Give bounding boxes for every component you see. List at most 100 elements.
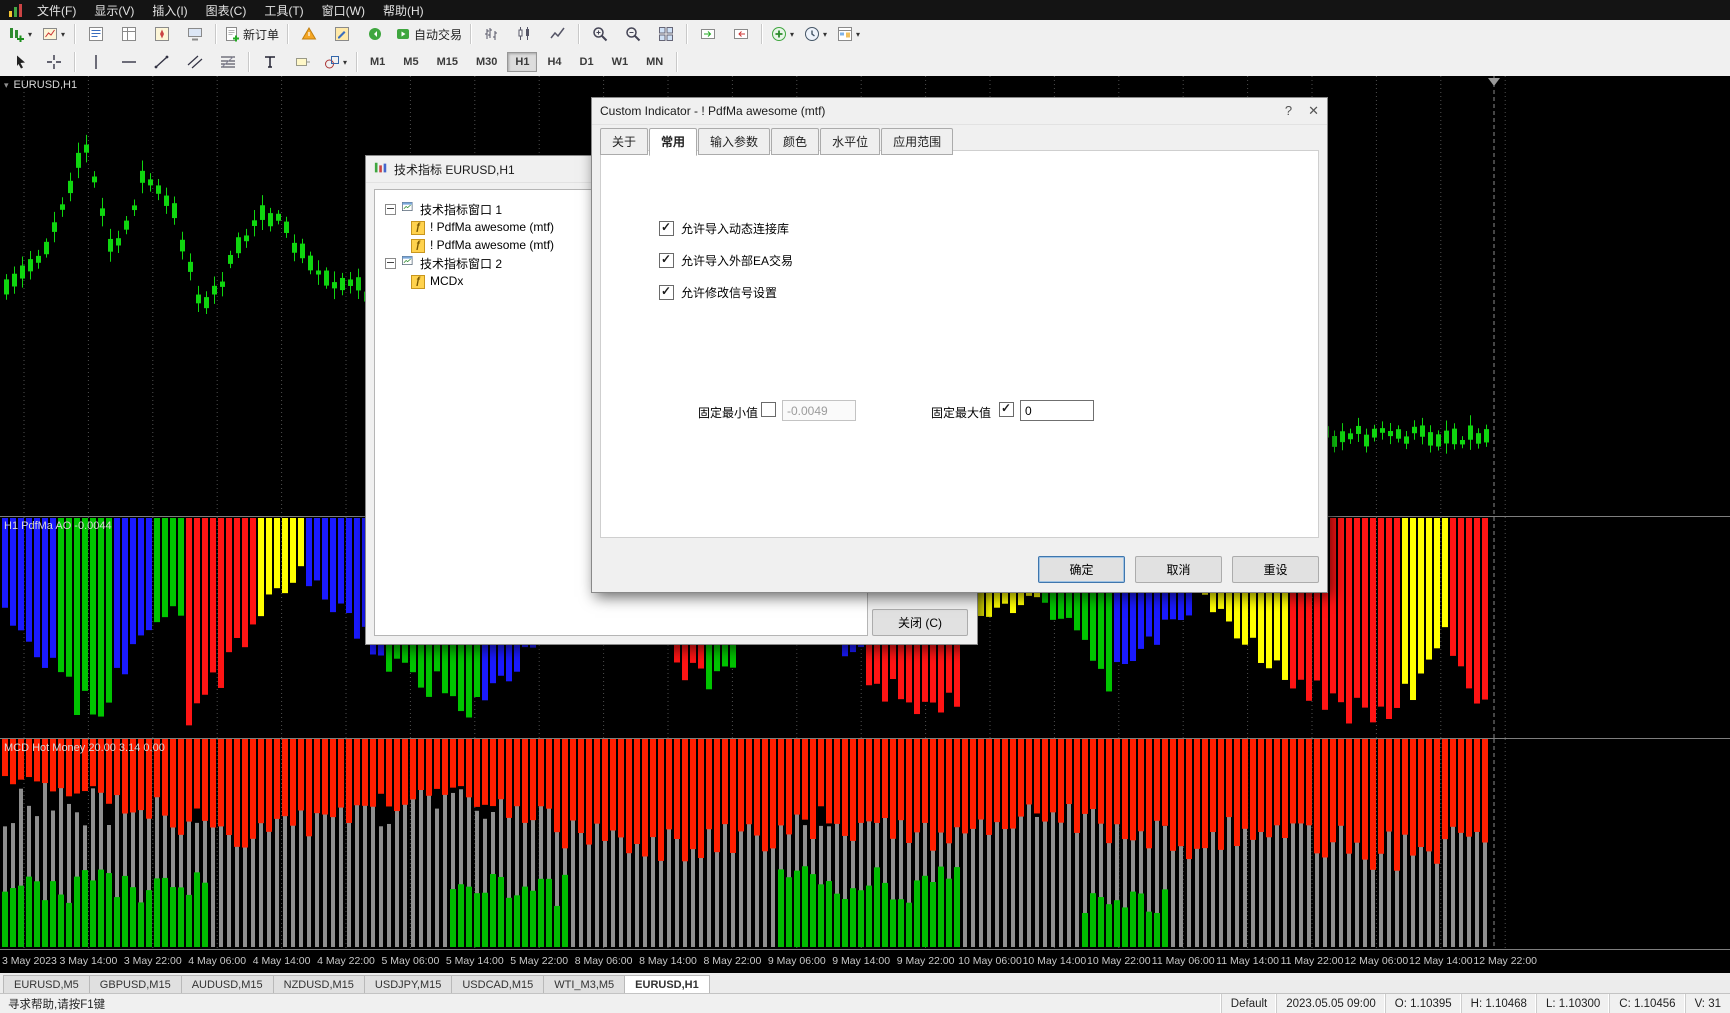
vertical-line-button[interactable] <box>79 50 112 75</box>
horizontal-line-button[interactable] <box>112 50 145 75</box>
tree-item-label: 技术指标窗口 1 <box>420 202 503 217</box>
close-icon[interactable]: ✕ <box>1308 103 1319 119</box>
tile-windows-button[interactable] <box>649 22 682 47</box>
pointer-button[interactable] <box>4 50 37 75</box>
time-label: 12 May 22:00 <box>1473 955 1538 967</box>
close-indicators-button[interactable]: 关闭 (C) <box>872 609 968 636</box>
toolbar-separator <box>356 52 357 72</box>
symbol-tab-AUDUSD,M15[interactable]: AUDUSD,M15 <box>180 975 274 994</box>
help-icon[interactable]: ? <box>1285 103 1292 119</box>
timeframe-H1-button[interactable]: H1 <box>507 52 538 72</box>
timeframe-M15-button[interactable]: M15 <box>429 52 466 72</box>
crosshair-button[interactable] <box>37 50 70 75</box>
fixed-max-input[interactable] <box>1020 400 1094 421</box>
chart-line-button[interactable] <box>541 22 574 47</box>
navigator-button[interactable] <box>145 22 178 47</box>
new-chart-button[interactable]: ▾ <box>4 22 37 47</box>
new-chart-icon <box>9 26 25 42</box>
fixed-min-checkbox[interactable] <box>761 402 776 417</box>
time-axis[interactable]: 3 May 2023 3 May 14:00 3 May 22:00 4 May 06… <box>0 949 1730 973</box>
time-label: 10 May 14:00 <box>1022 955 1087 967</box>
zoom-out-icon <box>625 26 641 42</box>
symbol-tab-USDJPY,M15[interactable]: USDJPY,M15 <box>363 975 453 994</box>
sound-button[interactable] <box>358 22 391 47</box>
dialog-tab-5[interactable]: 应用范围 <box>881 128 954 155</box>
profiles-button[interactable]: ▾ <box>37 22 70 47</box>
symbol-tab-NZDUSD,M15[interactable]: NZDUSD,M15 <box>272 975 365 994</box>
vertical-line-icon <box>88 54 104 70</box>
fixed-max-checkbox[interactable] <box>999 401 1014 417</box>
fixed-min-input[interactable] <box>782 400 856 421</box>
market-watch-button[interactable] <box>79 22 112 47</box>
custom-dialog-titlebar[interactable]: Custom Indicator - ! PdfMa awesome (mtf)… <box>592 98 1327 125</box>
time-label: 11 May 06:00 <box>1151 955 1215 967</box>
cancel-button[interactable]: 取消 <box>1135 556 1222 583</box>
ok-button[interactable]: 确定 <box>1038 556 1125 583</box>
timeframe-W1-button[interactable]: W1 <box>604 52 637 72</box>
fibonacci-button[interactable] <box>211 50 244 75</box>
periods-dropdown-icon: ▾ <box>823 29 828 39</box>
custom-dialog-title: Custom Indicator - ! PdfMa awesome (mtf) <box>600 104 826 118</box>
expander-icon[interactable] <box>385 257 396 269</box>
dialog-tab-2[interactable]: 输入参数 <box>698 128 771 155</box>
auto-scroll-button[interactable] <box>691 22 724 47</box>
option-checkbox-2[interactable] <box>659 284 674 300</box>
timeframe-MN-button[interactable]: MN <box>638 52 671 72</box>
menu-item-0[interactable]: 文件(F) <box>28 0 85 21</box>
menu-item-1[interactable]: 显示(V) <box>85 0 143 21</box>
trend-line-button[interactable] <box>145 50 178 75</box>
chart-candles-button[interactable] <box>508 22 541 47</box>
chart-window-icon <box>401 255 415 271</box>
shapes-button[interactable]: ▾ <box>319 50 352 75</box>
menu-item-6[interactable]: 帮助(H) <box>374 0 433 21</box>
chart-bars-button[interactable] <box>475 22 508 47</box>
data-window-button[interactable] <box>112 22 145 47</box>
symbol-tab-EURUSD,H1[interactable]: EURUSD,H1 <box>624 975 710 994</box>
crosshair-icon <box>46 54 62 70</box>
time-label: 11 May 22:00 <box>1280 955 1344 967</box>
channel-button[interactable] <box>178 50 211 75</box>
timeframe-M1-button[interactable]: M1 <box>362 52 393 72</box>
dialog-tab-1[interactable]: 常用 <box>649 128 698 156</box>
option-checkbox-0[interactable] <box>659 220 674 236</box>
menu-item-3[interactable]: 图表(C) <box>197 0 256 21</box>
option-checkbox-label-0: 允许导入动态连接库 <box>681 222 790 236</box>
symbol-tab-GBPUSD,M15[interactable]: GBPUSD,M15 <box>88 975 182 994</box>
text-button[interactable] <box>253 50 286 75</box>
expander-icon[interactable] <box>385 203 396 215</box>
chart-shift-button[interactable] <box>724 22 757 47</box>
zoom-in-button[interactable] <box>583 22 616 47</box>
periods-button[interactable]: ▾ <box>799 22 832 47</box>
chart-symbol-label: ▾ EURUSD,H1 <box>4 79 77 91</box>
symbol-tab-WTI_M3,M5[interactable]: WTI_M3,M5 <box>543 975 626 994</box>
symbol-tab-EURUSD,M5[interactable]: EURUSD,M5 <box>3 975 90 994</box>
new-order-button[interactable]: 新订单 <box>220 22 283 47</box>
symbol-tab-USDCAD,M15[interactable]: USDCAD,M15 <box>451 975 545 994</box>
templates-button[interactable]: ▾ <box>832 22 865 47</box>
indicators-button[interactable]: ▾ <box>766 22 799 47</box>
time-label: 9 May 14:00 <box>832 955 891 967</box>
alert-button[interactable] <box>292 22 325 47</box>
terminal-button[interactable] <box>178 22 211 47</box>
dialog-tab-4[interactable]: 水平位 <box>820 128 881 155</box>
zoom-out-button[interactable] <box>616 22 649 47</box>
timeframe-M5-button[interactable]: M5 <box>395 52 426 72</box>
menu-item-2[interactable]: 插入(I) <box>143 0 196 21</box>
dialog-tab-0[interactable]: 关于 <box>600 128 649 155</box>
menu-item-5[interactable]: 窗口(W) <box>313 0 374 21</box>
tree-item-label: MCDx <box>430 274 464 288</box>
metaeditor-button[interactable] <box>325 22 358 47</box>
label-button[interactable] <box>286 50 319 75</box>
timeframe-H4-button[interactable]: H4 <box>539 52 569 72</box>
menu-item-4[interactable]: 工具(T) <box>255 0 312 21</box>
reset-button[interactable]: 重设 <box>1232 556 1319 583</box>
indicator1-value-text: H1 PdfMa AO -0.0044 <box>4 520 112 532</box>
dialog-tab-3[interactable]: 颜色 <box>771 128 820 155</box>
timeframe-M30-button[interactable]: M30 <box>468 52 505 72</box>
pane-separator-2[interactable] <box>0 738 1730 739</box>
autotrading-button[interactable]: 自动交易 <box>391 22 466 47</box>
timeframe-D1-button[interactable]: D1 <box>572 52 602 72</box>
option-checkbox-1[interactable] <box>659 252 674 268</box>
indicators-dialog-title: 技术指标 EURUSD,H1 <box>394 162 515 177</box>
collapse-arrow-icon[interactable]: ▾ <box>4 80 9 91</box>
